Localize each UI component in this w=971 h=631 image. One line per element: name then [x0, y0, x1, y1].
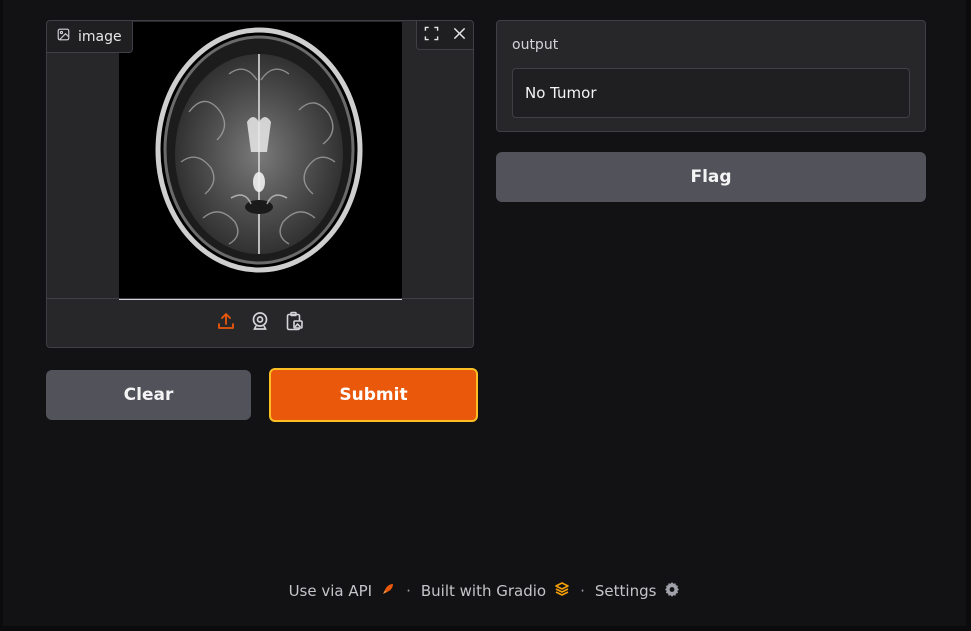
app-container: image Clear Submit output No Tumor Flag … — [3, 0, 966, 626]
webcam-source-button[interactable] — [249, 312, 271, 334]
brain-mri-image — [119, 22, 402, 298]
webcam-icon — [250, 311, 270, 335]
close-icon — [452, 26, 467, 45]
output-textbox[interactable]: No Tumor — [512, 68, 910, 118]
gradio-logo-icon — [554, 581, 570, 601]
upload-source-button[interactable] — [215, 312, 237, 334]
clear-image-button[interactable] — [445, 21, 473, 49]
clear-button[interactable]: Clear — [46, 370, 251, 420]
flag-button[interactable]: Flag — [496, 152, 926, 202]
gear-icon — [664, 581, 680, 601]
built-with-gradio-label: Built with Gradio — [420, 582, 547, 600]
rocket-icon — [380, 581, 396, 601]
image-input: image — [46, 20, 474, 348]
output-panel: output No Tumor — [496, 20, 926, 132]
image-label: image — [78, 28, 122, 45]
footer: Use via API · Built with Gradio · Settin… — [3, 581, 966, 601]
footer-separator: · — [580, 582, 585, 600]
image-source-bar — [47, 298, 473, 347]
clipboard-source-button[interactable] — [283, 311, 305, 335]
fullscreen-icon — [424, 26, 439, 45]
image-preview — [119, 22, 402, 300]
built-with-gradio-link[interactable]: Built with Gradio — [421, 581, 570, 601]
use-via-api-label: Use via API — [288, 582, 373, 600]
upload-icon — [216, 311, 236, 335]
image-toolbar — [416, 21, 473, 50]
settings-label: Settings — [594, 582, 657, 600]
use-via-api-link[interactable]: Use via API — [289, 581, 397, 601]
submit-button[interactable]: Submit — [269, 368, 478, 422]
clipboard-icon — [284, 311, 304, 335]
output-label: output — [512, 37, 559, 53]
image-icon — [57, 28, 70, 45]
settings-link[interactable]: Settings — [595, 581, 681, 601]
image-label-badge: image — [47, 21, 133, 53]
footer-separator: · — [406, 582, 411, 600]
fullscreen-button[interactable] — [417, 21, 445, 49]
